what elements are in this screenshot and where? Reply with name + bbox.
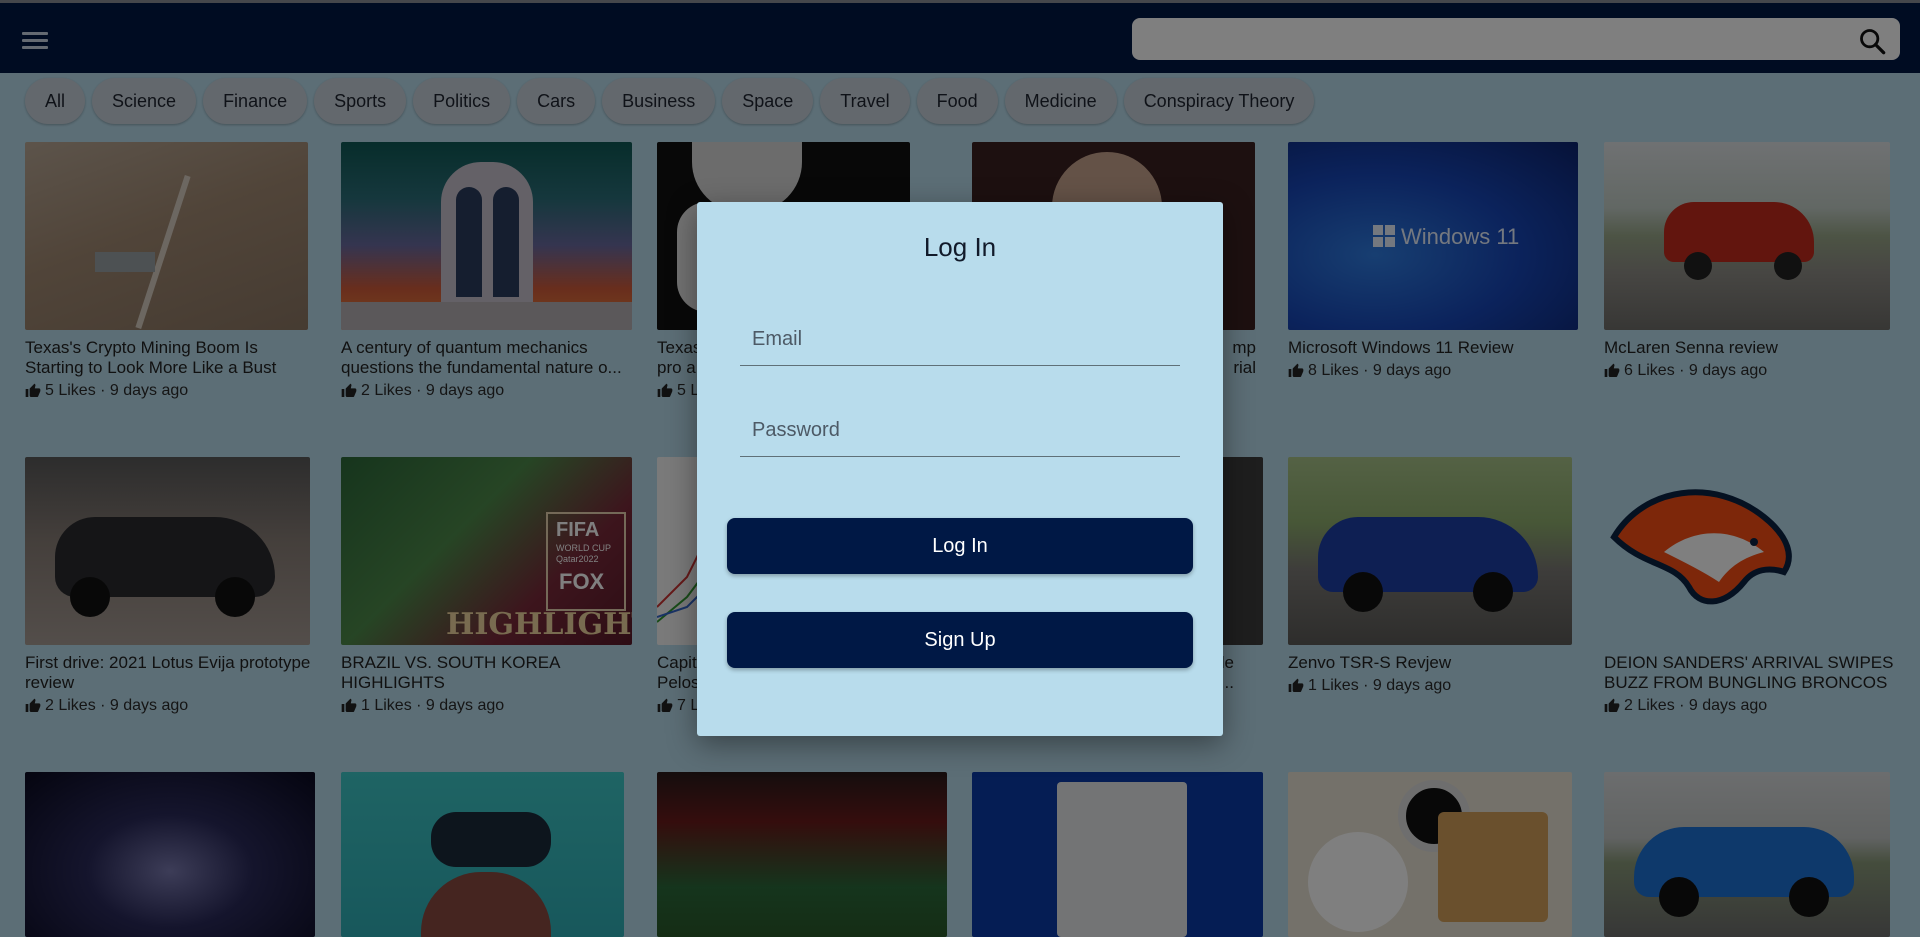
email-field-wrapper <box>740 295 1180 366</box>
modal-title: Log In <box>923 232 997 262</box>
login-modal: Log In Log In Sign Up <box>697 202 1223 736</box>
log-in-button[interactable]: Log In <box>727 518 1193 574</box>
password-field[interactable] <box>740 386 1180 456</box>
sign-up-button[interactable]: Sign Up <box>727 612 1193 668</box>
password-field-wrapper <box>740 386 1180 457</box>
email-field[interactable] <box>740 295 1180 365</box>
